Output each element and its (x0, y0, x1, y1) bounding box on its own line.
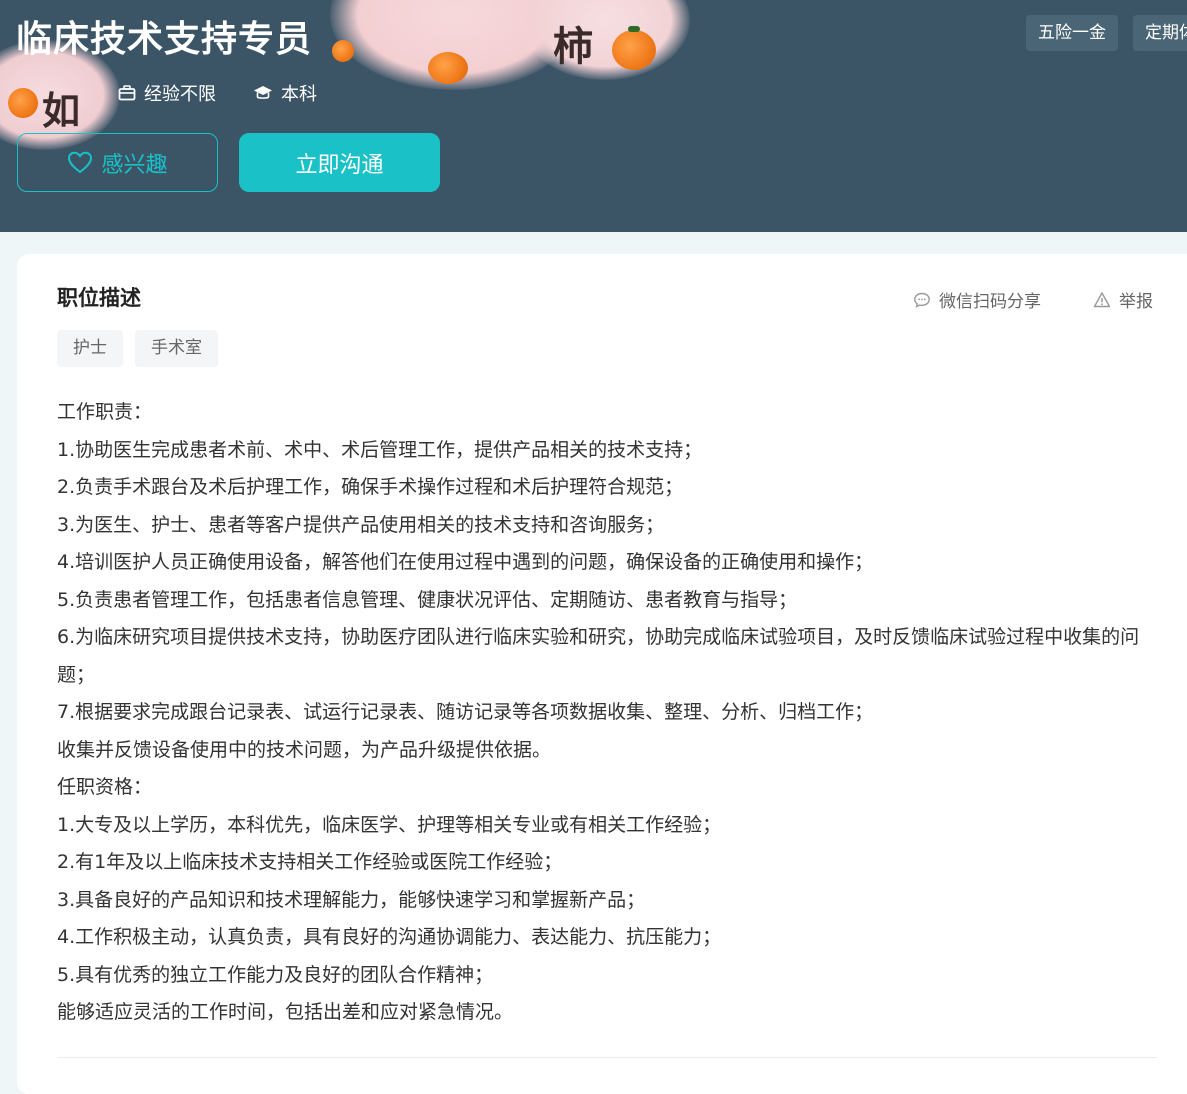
report-label: 举报 (1119, 292, 1153, 312)
education-text: 本科 (281, 84, 317, 105)
persimmon-icon (332, 40, 354, 62)
persimmon-icon (8, 88, 38, 118)
description-line: 能够适应灵活的工作时间，包括出差和应对紧急情况。 (57, 1001, 514, 1023)
job-description-text: 工作职责： 1.协助医生完成患者术前、术中、术后管理工作，提供产品相关的技术支持… (57, 394, 1167, 1032)
graduation-cap-icon (253, 84, 273, 102)
skill-tag: 手术室 (135, 330, 218, 367)
skill-tags: 护士 手术室 (57, 330, 230, 367)
description-line: 2.有1年及以上临床技术支持相关工作经验或医院工作经验； (57, 851, 563, 873)
persimmon-icon (428, 52, 468, 84)
job-description-card: 职位描述 微信扫码分享 举报 护士 手术室 工作职责： 1.协助医生完成患者术前 (17, 254, 1187, 1094)
warning-icon (1093, 291, 1111, 309)
description-line: 工作职责： (57, 401, 153, 423)
experience-requirement: 经验不限 (118, 80, 216, 106)
share-label: 微信扫码分享 (939, 292, 1041, 312)
persimmon-icon (612, 30, 656, 70)
skill-tag: 护士 (57, 330, 123, 367)
description-line: 3.为医生、护士、患者等客户提供产品使用相关的技术支持和咨询服务； (57, 513, 665, 536)
job-header: 柿 如 临床技术支持专员 经验不限 本科 感兴趣 立即沟通 五险一金 定期 (0, 0, 1187, 232)
description-line: 4.工作积极主动，认真负责，具有良好的沟通协调能力、表达能力、抗压能力； (57, 926, 722, 948)
heart-icon (67, 151, 93, 175)
description-line: 4.培训医护人员正确使用设备，解答他们在使用过程中遇到的问题，确保设备的正确使用… (57, 551, 874, 573)
wechat-share-link[interactable]: 微信扫码分享 (913, 287, 1041, 312)
report-link[interactable]: 举报 (1093, 287, 1153, 312)
section-title: 职位描述 (57, 286, 141, 310)
section-divider (57, 1057, 1157, 1058)
description-line: 任职资格： (57, 776, 153, 798)
decorative-character: 如 (42, 88, 81, 133)
description-line: 6.为临床研究项目提供技术支持，协助医疗团队进行临床实验和研究，协助完成临床试验… (57, 626, 1140, 686)
description-line: 7.根据要求完成跟台记录表、试运行记录表、随访记录等各项数据收集、整理、分析、归… (57, 701, 874, 723)
persimmon-stem-icon (628, 26, 640, 32)
description-line: 5.具有优秀的独立工作能力及良好的团队合作精神； (57, 963, 494, 986)
decorative-character: 柿 (553, 23, 593, 70)
chat-now-button[interactable]: 立即沟通 (239, 133, 440, 192)
experience-text: 经验不限 (144, 84, 216, 105)
description-line: 2.负责手术跟台及术后护理工作，确保手术操作过程和术后护理符合规范； (57, 476, 684, 498)
description-line: 3.具备良好的产品知识和技术理解能力，能够快速学习和掌握新产品； (57, 888, 646, 911)
interest-button[interactable]: 感兴趣 (17, 133, 218, 192)
education-requirement: 本科 (253, 80, 317, 106)
description-line: 1.大专及以上学历，本科优先，临床医学、护理等相关专业或有相关工作经验； (57, 813, 722, 836)
benefit-tag: 五险一金 (1026, 15, 1118, 51)
description-line: 5.负责患者管理工作，包括患者信息管理、健康状况评估、定期随访、患者教育与指导； (57, 588, 798, 611)
chat-bubble-icon (913, 291, 931, 309)
briefcase-icon (118, 84, 136, 102)
job-title: 临床技术支持专员 (16, 19, 313, 60)
decorative-banner-pink-2 (520, 0, 690, 80)
chat-now-label: 立即沟通 (295, 152, 384, 178)
description-line: 1.协助医生完成患者术前、术中、术后管理工作，提供产品相关的技术支持； (57, 438, 703, 461)
benefit-tag: 定期体检 (1133, 15, 1187, 51)
interest-label: 感兴趣 (101, 152, 168, 178)
description-line: 收集并反馈设备使用中的技术问题，为产品升级提供依据。 (57, 738, 552, 761)
